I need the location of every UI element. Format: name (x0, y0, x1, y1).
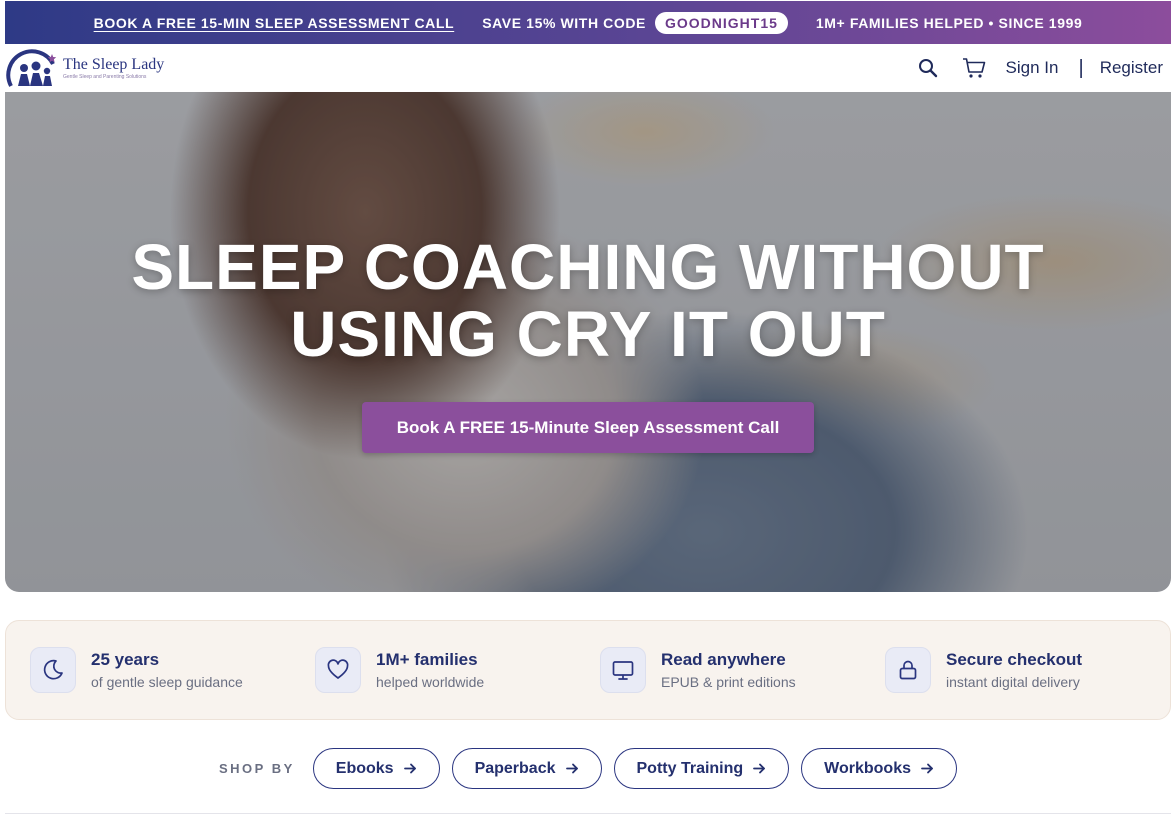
feature-subtitle: EPUB & print editions (661, 674, 796, 690)
search-icon[interactable] (916, 56, 940, 80)
feature-title: Read anywhere (661, 650, 786, 669)
book-assessment-button[interactable]: Book A FREE 15-Minute Sleep Assessment C… (362, 402, 814, 453)
logo-title: The Sleep Lady (63, 55, 165, 73)
arrow-right-icon (403, 763, 416, 774)
arrow-right-icon (753, 763, 766, 774)
hero-banner: SLEEP COACHING WITHOUT USING CRY IT OUT … (5, 92, 1171, 592)
feature-text: Secure checkout instant digital delivery (946, 650, 1082, 690)
shop-by-nav: SHOP BY Ebooks Paperback Potty Training … (0, 748, 1176, 789)
pill-label: Potty Training (636, 759, 744, 777)
monitor-icon (600, 647, 646, 693)
pill-label: Ebooks (335, 759, 394, 777)
site-header: The Sleep Lady Gentle Sleep and Parentin… (5, 44, 1171, 92)
sign-in-link[interactable]: Sign In (1006, 58, 1059, 78)
feature-item: Read anywhere EPUB & print editions (600, 647, 885, 693)
promo-code-group: SAVE 15% WITH CODE GOODNIGHT15 (482, 11, 788, 34)
lock-icon (885, 647, 931, 693)
feature-text: 25 years of gentle sleep guidance (91, 650, 243, 690)
shop-paperback-button[interactable]: Paperback (451, 748, 602, 789)
book-assessment-link[interactable]: BOOK A FREE 15-MIN SLEEP ASSESSMENT CALL (94, 15, 455, 31)
feature-item: Secure checkout instant digital delivery (885, 647, 1170, 693)
shop-ebooks-button[interactable]: Ebooks (312, 748, 440, 789)
features-strip: 25 years of gentle sleep guidance 1M+ fa… (5, 620, 1171, 720)
hero-title-line1: SLEEP COACHING WITHOUT (131, 231, 1045, 303)
pill-label: Workbooks (824, 759, 911, 777)
register-link[interactable]: Register (1100, 58, 1163, 78)
section-divider (5, 813, 1171, 814)
feature-subtitle: of gentle sleep guidance (91, 674, 243, 690)
feature-subtitle: helped worldwide (376, 674, 485, 690)
logo-tagline: Gentle Sleep and Parenting Solutions (63, 73, 147, 80)
feature-item: 1M+ families helped worldwide (315, 647, 600, 693)
pill-label: Paperback (474, 759, 556, 777)
feature-text: 1M+ families helped worldwide (376, 650, 484, 690)
cart-icon[interactable] (962, 56, 986, 80)
feature-subtitle: instant digital delivery (946, 674, 1080, 690)
arrow-right-icon (565, 763, 578, 774)
hero-title: SLEEP COACHING WITHOUT USING CRY IT OUT (5, 234, 1171, 368)
heart-icon (315, 647, 361, 693)
feature-title: 1M+ families (376, 650, 478, 669)
hero-title-line2: USING CRY IT OUT (290, 298, 886, 370)
feature-text: Read anywhere EPUB & print editions (661, 650, 796, 690)
promo-stat: 1M+ FAMILIES HELPED • SINCE 1999 (815, 14, 1083, 31)
arrow-right-icon (921, 763, 933, 774)
shop-by-label: SHOP BY (218, 761, 295, 776)
shop-potty-training-button[interactable]: Potty Training (613, 748, 790, 789)
feature-title: Secure checkout (946, 650, 1083, 669)
site-logo[interactable]: The Sleep Lady Gentle Sleep and Parentin… (5, 46, 164, 90)
header-actions: Sign In | Register (916, 56, 1163, 80)
header-divider: | (1078, 56, 1084, 79)
feature-item: 25 years of gentle sleep guidance (30, 647, 315, 693)
promo-code-label: SAVE 15% WITH CODE (482, 14, 646, 31)
logo-wordmark: The Sleep Lady Gentle Sleep and Parentin… (63, 55, 165, 80)
moon-icon (30, 647, 76, 693)
promo-code-badge: GOODNIGHT15 (655, 11, 788, 34)
feature-title: 25 years (91, 650, 160, 669)
logo-family-icon (6, 49, 57, 87)
shop-workbooks-button[interactable]: Workbooks (801, 748, 957, 789)
promo-bar: BOOK A FREE 15-MIN SLEEP ASSESSMENT CALL… (5, 1, 1171, 44)
